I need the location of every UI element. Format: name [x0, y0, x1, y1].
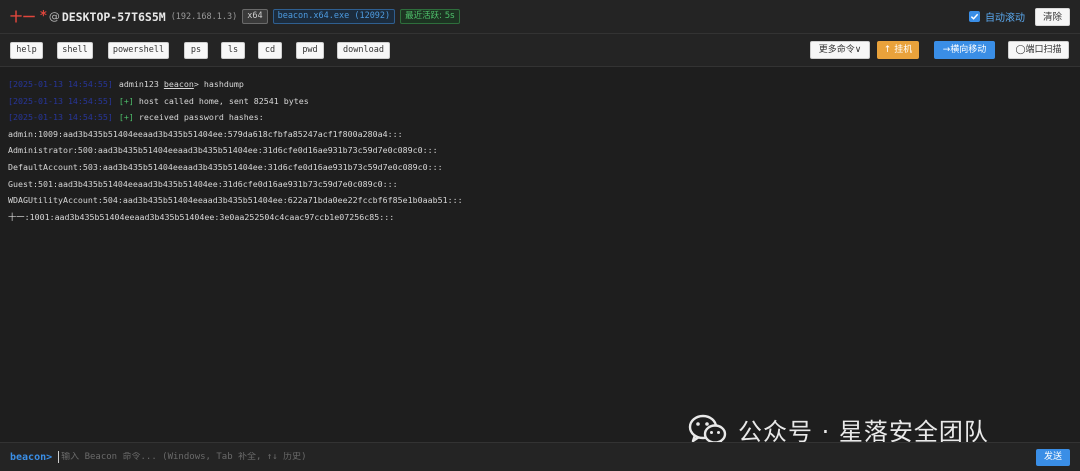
- timestamp: [2025-01-13 14:54:55]: [8, 112, 113, 123]
- auto-scroll-toggle[interactable]: 自动滚动: [968, 9, 1025, 24]
- pivot-button[interactable]: ↑ 挂机: [877, 41, 919, 59]
- clear-button[interactable]: 清除: [1034, 7, 1070, 26]
- cmd-ps-button[interactable]: ps: [184, 42, 208, 59]
- cmd-cd-button[interactable]: cd: [258, 42, 282, 59]
- session-hostname: DESKTOP-57T6S5M: [61, 9, 166, 24]
- cmd-ls-button[interactable]: ls: [221, 42, 245, 59]
- cmd-shell-button[interactable]: shell: [57, 42, 93, 59]
- cmd-pwd-button[interactable]: pwd: [296, 42, 324, 59]
- command-input-bar: beacon> 发送: [0, 442, 1080, 471]
- command-toolbar: help shell powershell ps ls cd pwd downl…: [0, 34, 1080, 67]
- at-sign: @: [48, 10, 60, 23]
- auto-scroll-label: 自动滚动: [984, 13, 1025, 24]
- hash-line: DefaultAccount:503:aad3b435b51404eeaad3b…: [8, 161, 443, 172]
- more-commands-dropdown[interactable]: 更多命令∨: [810, 41, 870, 59]
- session-header: 十一 * @ DESKTOP-57T6S5M (192.168.1.3) x64…: [0, 0, 1080, 34]
- status-text: received password hashes:: [138, 112, 264, 123]
- lateral-move-button[interactable]: →横向移动: [934, 41, 995, 59]
- entered-command: hashdump: [203, 79, 244, 89]
- cmd-help-button[interactable]: help: [10, 42, 43, 59]
- hash-line: 十一:1001:aad3b435b51404eeaad3b435b51404ee…: [8, 211, 395, 222]
- console-output[interactable]: [2025-01-13 14:54:55] admin123 beacon> ha…: [0, 68, 1080, 442]
- text-caret: [58, 451, 60, 463]
- auto-scroll-checkbox[interactable]: [968, 11, 980, 22]
- cmd-powershell-button[interactable]: powershell: [108, 42, 169, 59]
- process-badge: beacon.x64.exe (12092): [272, 9, 396, 24]
- hash-line: Administrator:500:aad3b435b51404eeaad3b4…: [8, 145, 438, 156]
- console-line-status: [2025-01-13 14:54:55] [+] received passwo…: [8, 109, 1072, 126]
- arch-badge: x64: [242, 9, 268, 24]
- console-line-command: [2025-01-13 14:54:55] admin123 beacon> ha…: [8, 79, 244, 89]
- session-user: 十一: [10, 10, 37, 24]
- status-text: host called home, sent 82541 bytes: [138, 95, 309, 106]
- hash-line: admin:1009:aad3b435b51404eeaad3b435b5140…: [8, 128, 403, 139]
- port-scan-button[interactable]: ◯端口扫描: [1008, 41, 1069, 59]
- operator-name: admin123: [118, 79, 159, 89]
- last-seen-badge: 最近活跃: 5s: [400, 9, 460, 24]
- beacon-prompt: beacon>: [10, 451, 53, 463]
- timestamp: [2025-01-13 14:54:55]: [8, 95, 113, 106]
- check-icon: [970, 13, 979, 20]
- success-tag: [+]: [118, 112, 134, 123]
- console-line-status: [2025-01-13 14:54:55] [+] host called hom…: [8, 93, 1072, 110]
- send-button[interactable]: 发送: [1035, 448, 1070, 466]
- admin-marker: *: [40, 9, 47, 24]
- cmd-download-button[interactable]: download: [337, 42, 390, 59]
- hash-line: WDAGUtilityAccount:504:aad3b435b51404eea…: [8, 195, 463, 206]
- hash-line: Guest:501:aad3b435b51404eeaad3b435b51404…: [8, 178, 398, 189]
- timestamp: [2025-01-13 14:54:55]: [8, 79, 113, 89]
- beacon-target: beacon: [163, 79, 194, 89]
- success-tag: [+]: [118, 95, 134, 106]
- command-input[interactable]: [61, 452, 1036, 462]
- session-ip: (192.168.1.3): [170, 11, 238, 22]
